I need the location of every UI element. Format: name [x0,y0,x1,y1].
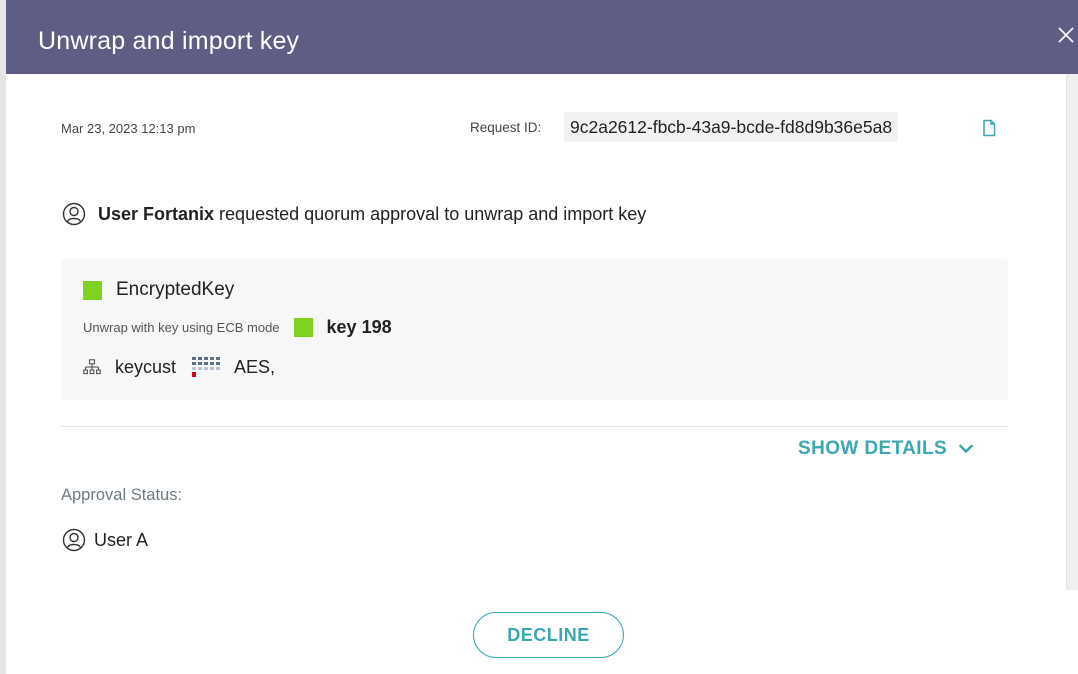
dialog-bottom-strip [1066,590,1078,674]
scrollbar-track[interactable] [1066,74,1078,590]
close-icon [1058,27,1074,43]
section-divider [61,426,1008,427]
key-meta-row: keycust AES, [83,355,275,379]
approver-item: User A [62,528,148,552]
key-algorithm: AES, [234,356,276,377]
copy-button[interactable] [981,119,997,137]
request-id-label: Request ID: [470,120,542,135]
user-circle-icon [62,202,86,226]
request-description: requested quorum approval to unwrap and … [219,203,647,224]
decline-button[interactable]: DECLINE [473,612,624,658]
unwrap-row: Unwrap with key using ECB mode key 198 [83,317,392,338]
key-group-name: keycust [115,356,177,377]
dialog-body: Mar 23, 2023 12:13 pm Request ID: 9c2a26… [6,74,1066,674]
key-status-indicator [83,280,102,300]
wrapping-key-name: key 198 [326,317,392,337]
request-summary: User Fortanix requested quorum approval … [62,202,646,226]
copy-icon [983,119,996,137]
key-card: EncryptedKey Unwrap with key using ECB m… [61,259,1008,400]
close-button[interactable] [1056,24,1076,46]
key-name-row: EncryptedKey [83,279,234,301]
user-circle-icon [62,528,86,552]
wrapping-key-status-indicator [293,318,313,337]
approver-name: User A [94,529,149,550]
unwrap-description: Unwrap with key using ECB mode [83,320,280,335]
group-hierarchy-icon [83,359,101,375]
key-name: EncryptedKey [116,279,235,300]
requester-name: User Fortanix [98,203,215,224]
request-id-value[interactable]: 9c2a2612-fbcb-43a9-bcde-fd8d9b36e5a8 [564,112,899,142]
dialog-header: Unwrap and import key [6,0,1078,74]
request-date: Mar 23, 2023 12:13 pm [61,121,196,136]
key-strength-icon [192,357,221,377]
show-details-label: SHOW DETAILS [798,438,948,459]
chevron-down-icon [959,444,973,453]
dialog-title: Unwrap and import key [38,27,300,55]
approval-status-label: Approval Status: [61,486,183,504]
show-details-toggle[interactable]: SHOW DETAILS [798,438,973,460]
